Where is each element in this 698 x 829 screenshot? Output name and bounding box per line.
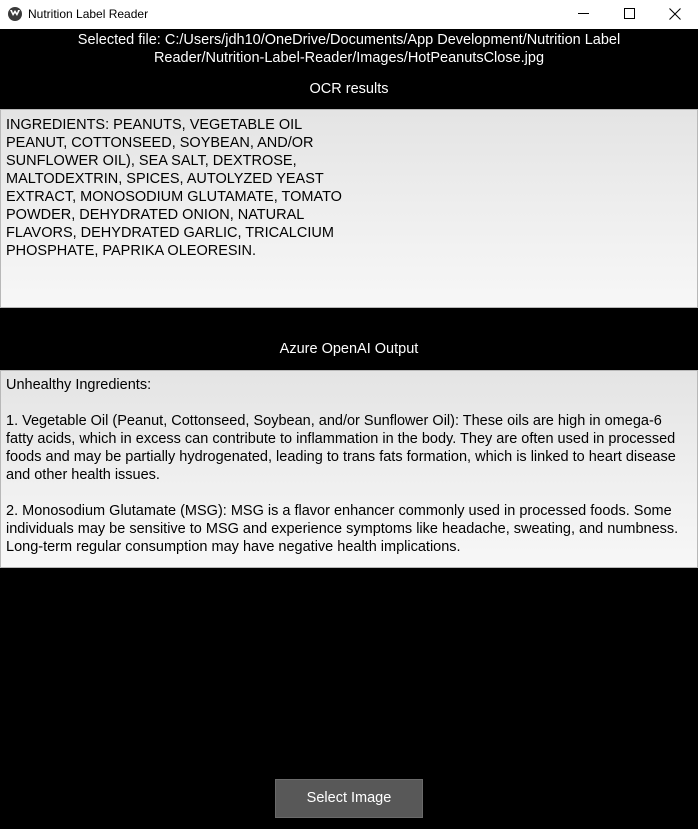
close-icon <box>669 8 681 20</box>
azure-output-heading: Azure OpenAI Output <box>279 341 419 357</box>
ocr-line: INGREDIENTS: PEANUTS, VEGETABLE OIL <box>6 117 303 133</box>
ocr-line: PEANUT, COTTONSEED, SOYBEAN, AND/OR <box>6 135 314 151</box>
selected-file-line-1: Selected file: C:/Users/jdh10/OneDrive/D… <box>77 32 621 48</box>
ocr-line: FLAVORS, DEHYDRATED GARLIC, TRICALCIUM <box>6 225 334 241</box>
select-image-button[interactable]: Select Image <box>275 779 423 818</box>
window-title: Nutrition Label Reader <box>28 7 149 21</box>
selected-file-line-2: Reader/Nutrition-Label-Reader/Images/Hot… <box>153 50 545 66</box>
title-bar[interactable]: Nutrition Label Reader <box>0 0 698 29</box>
ocr-line: MALTODEXTRIN, SPICES, AUTOLYZED YEAST <box>6 171 324 187</box>
ocr-line: SUNFLOWER OIL), SEA SALT, DEXTROSE, <box>6 153 297 169</box>
close-button[interactable] <box>652 0 698 29</box>
app-window: Nutrition Label Reader Selected file: C:… <box>0 0 698 829</box>
maximize-button[interactable] <box>607 0 653 29</box>
minimize-icon <box>578 13 589 14</box>
ocr-line: EXTRACT, MONOSODIUM GLUTAMATE, TOMATO <box>6 189 342 205</box>
minimize-button[interactable] <box>561 0 607 29</box>
ocr-line: PHOSPHATE, PAPRIKA OLEORESIN. <box>6 243 257 259</box>
azure-output-textbox[interactable]: Unhealthy Ingredients: 1. Vegetable Oil … <box>0 370 698 568</box>
azure-output-item-2: 2. Monosodium Glutamate (MSG): MSG is a … <box>6 503 679 555</box>
app-logo-icon <box>8 7 22 21</box>
ocr-line: POWDER, DEHYDRATED ONION, NATURAL <box>6 207 305 223</box>
selected-file-label: Selected file: C:/Users/jdh10/OneDrive/D… <box>0 31 698 67</box>
maximize-icon <box>624 8 635 19</box>
ocr-results-heading: OCR results <box>309 81 389 97</box>
ocr-results-textbox[interactable]: INGREDIENTS: PEANUTS, VEGETABLE OIL PEAN… <box>0 109 698 308</box>
azure-output-intro: Unhealthy Ingredients: <box>6 377 152 393</box>
azure-output-item-1: 1. Vegetable Oil (Peanut, Cottonseed, So… <box>6 413 676 483</box>
